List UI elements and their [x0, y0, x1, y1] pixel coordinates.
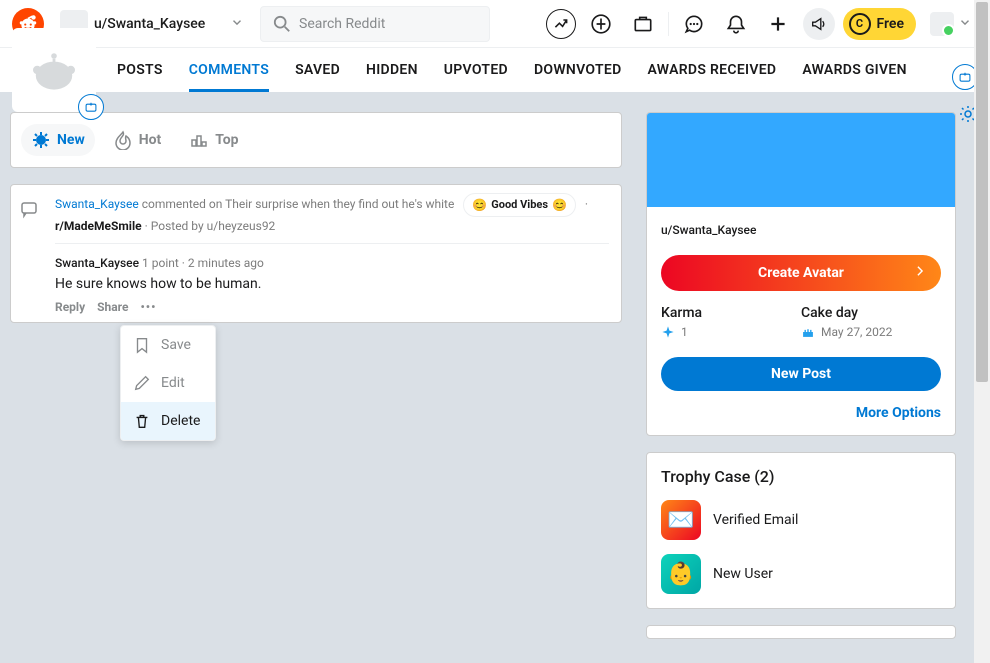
trophy-icon: ✉️ [661, 500, 701, 540]
comment-meta: Swanta_Kaysee 1 point · 2 minutes ago [55, 256, 609, 270]
trophy-item: ✉️ Verified Email [661, 500, 941, 540]
cakeday-stat: Cake day May 27, 2022 [801, 305, 941, 339]
comment-subreddit-line: r/MadeMeSmile · Posted by u/heyzeus92 [55, 219, 609, 233]
subreddit-link[interactable]: r/MadeMeSmile [55, 219, 142, 233]
menu-edit[interactable]: Edit [121, 364, 215, 402]
tab-saved[interactable]: SAVED [295, 48, 340, 92]
new-post-button[interactable]: New Post [661, 357, 941, 391]
fire-icon [113, 130, 133, 150]
more-options-button[interactable]: More Options [661, 405, 941, 421]
create-avatar-button[interactable]: Create Avatar [661, 255, 941, 291]
tab-awards-received[interactable]: AWARDS RECEIVED [648, 48, 777, 92]
coin-badge-icon: C [849, 13, 871, 35]
trophy-case: Trophy Case (2) ✉️ Verified Email 👶 New … [646, 452, 956, 609]
post-flair: 😊Good Vibes😊 [463, 193, 576, 217]
search-box[interactable] [260, 6, 490, 42]
trophy-item: 👶 New User [661, 554, 941, 594]
menu-save[interactable]: Save [121, 326, 215, 364]
bookmark-icon [133, 336, 151, 354]
trash-icon [133, 412, 151, 430]
reply-button[interactable]: Reply [55, 300, 85, 314]
user-menu[interactable] [924, 10, 978, 38]
sparkle-icon [31, 130, 51, 150]
profile-card: u/Swanta_Kaysee Create Avatar Karma 1 Ca… [646, 112, 956, 436]
pencil-icon [133, 374, 151, 392]
tab-posts[interactable]: POSTS [117, 48, 163, 92]
free-coins-button[interactable]: C Free [843, 8, 917, 40]
sort-new-label: New [57, 132, 85, 148]
sort-hot-label: Hot [139, 132, 162, 148]
more-actions-button[interactable]: ••• [140, 300, 156, 314]
sort-hot[interactable]: Hot [103, 124, 172, 156]
comment-type-icon [11, 193, 47, 314]
tab-comments[interactable]: COMMENTS [189, 48, 269, 92]
sort-new[interactable]: New [21, 124, 95, 156]
tab-downvoted[interactable]: DOWNVOTED [534, 48, 622, 92]
tab-awards-given[interactable]: AWARDS GIVEN [802, 48, 906, 92]
footer-card [646, 625, 956, 639]
search-icon [273, 15, 291, 33]
advertise-icon[interactable] [803, 8, 835, 40]
sort-bar: New Hot Top [10, 112, 622, 168]
tab-upvoted[interactable]: UPVOTED [444, 48, 508, 92]
comment-author-link[interactable]: Swanta_Kaysee [55, 197, 139, 211]
username-label: u/Swanta_Kaysee [94, 16, 205, 32]
chevron-down-icon [230, 15, 244, 33]
tab-hidden[interactable]: HIDDEN [366, 48, 418, 92]
profile-username: u/Swanta_Kaysee [661, 223, 941, 237]
menu-delete[interactable]: Delete [121, 402, 215, 440]
karma-icon [661, 325, 675, 339]
top-header: u/Swanta_Kaysee C Free [0, 0, 990, 48]
op-link[interactable]: u/heyzeus92 [207, 219, 276, 233]
profile-tabs: OVERVIEW POSTS COMMENTS SAVED HIDDEN UPV… [0, 48, 990, 92]
chevron-right-icon [913, 264, 927, 282]
comment-card[interactable]: Swanta_Kaysee commented on Their surpris… [10, 184, 622, 323]
sort-top[interactable]: Top [179, 124, 248, 156]
comment-author-link[interactable]: Swanta_Kaysee [55, 256, 139, 270]
comment-overflow-menu: Save Edit Delete [120, 325, 216, 441]
trophy-icon: 👶 [661, 554, 701, 594]
coin-icon[interactable] [584, 7, 618, 41]
karma-stat: Karma 1 [661, 305, 801, 339]
free-label: Free [877, 16, 905, 32]
podium-icon [189, 130, 209, 150]
moderation-icon[interactable] [626, 7, 660, 41]
notifications-icon[interactable] [719, 7, 753, 41]
post-title-link[interactable]: Their surprise when they find out he's w… [225, 197, 454, 211]
comment-body: He sure knows how to be human. [55, 276, 609, 292]
chat-icon[interactable] [677, 7, 711, 41]
popular-icon[interactable] [546, 9, 576, 39]
create-post-icon[interactable] [761, 7, 795, 41]
sort-top-label: Top [215, 132, 238, 148]
cake-icon [801, 325, 815, 339]
scrollbar-thumb[interactable] [976, 2, 988, 382]
comment-context-line: Swanta_Kaysee commented on Their surpris… [55, 193, 609, 217]
user-avatar-icon [930, 12, 954, 36]
comment-actions: Reply Share ••• [55, 300, 609, 314]
profile-banner [647, 113, 955, 207]
chevron-down-icon [958, 14, 972, 33]
search-input[interactable] [299, 16, 477, 32]
trophy-title: Trophy Case (2) [661, 467, 941, 486]
share-button[interactable]: Share [97, 300, 128, 314]
scrollbar-track[interactable] [974, 0, 990, 663]
